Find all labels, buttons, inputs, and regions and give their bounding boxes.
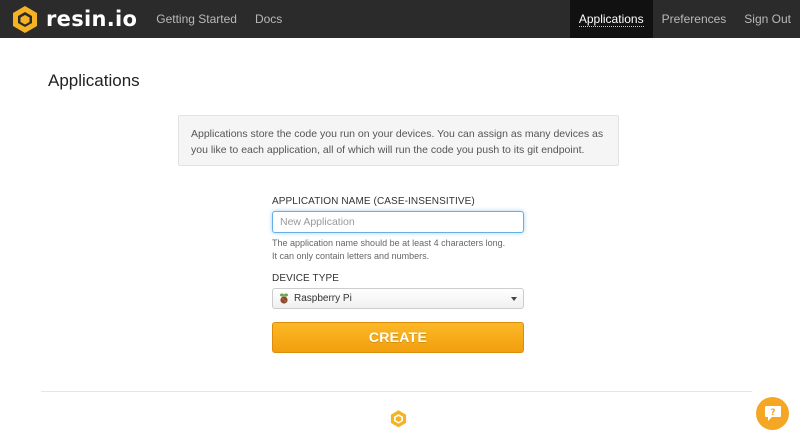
- application-name-input[interactable]: [272, 211, 524, 233]
- nav-preferences[interactable]: Preferences: [653, 0, 736, 38]
- device-type-select[interactable]: Raspberry Pi: [272, 288, 524, 309]
- name-help-text: The application name should be at least …: [272, 237, 505, 263]
- nav-sign-out[interactable]: Sign Out: [735, 0, 800, 38]
- chevron-down-icon: [511, 297, 517, 301]
- application-name-label: APPLICATION NAME (CASE-INSENSITIVE): [272, 196, 475, 207]
- device-type-label: DEVICE TYPE: [272, 273, 340, 284]
- top-navbar: resin.io Getting Started Docs Applicatio…: [0, 0, 800, 38]
- page-title: Applications: [48, 71, 140, 90]
- help-line-2: It can only contain letters and numbers.: [272, 251, 430, 261]
- resin-cube-icon: [390, 410, 407, 428]
- device-type-value: Raspberry Pi: [294, 293, 352, 304]
- info-box: Applications store the code you run on y…: [178, 115, 619, 166]
- support-chat-button[interactable]: ?: [756, 397, 789, 430]
- nav-applications[interactable]: Applications: [569, 0, 653, 38]
- raspberry-pi-icon: [280, 293, 288, 304]
- footer-divider: [41, 391, 752, 392]
- create-button[interactable]: CREATE: [272, 322, 524, 353]
- nav-docs[interactable]: Docs: [246, 0, 291, 38]
- svg-text:?: ?: [770, 408, 775, 418]
- resin-cube-icon: [13, 6, 37, 33]
- help-line-1: The application name should be at least …: [272, 238, 506, 248]
- nav-getting-started[interactable]: Getting Started: [147, 0, 246, 38]
- brand-name: resin.io: [46, 7, 138, 31]
- brand-logo[interactable]: resin.io: [10, 0, 137, 38]
- chat-question-icon: ?: [764, 406, 781, 421]
- nav-applications-label: Applications: [578, 11, 644, 27]
